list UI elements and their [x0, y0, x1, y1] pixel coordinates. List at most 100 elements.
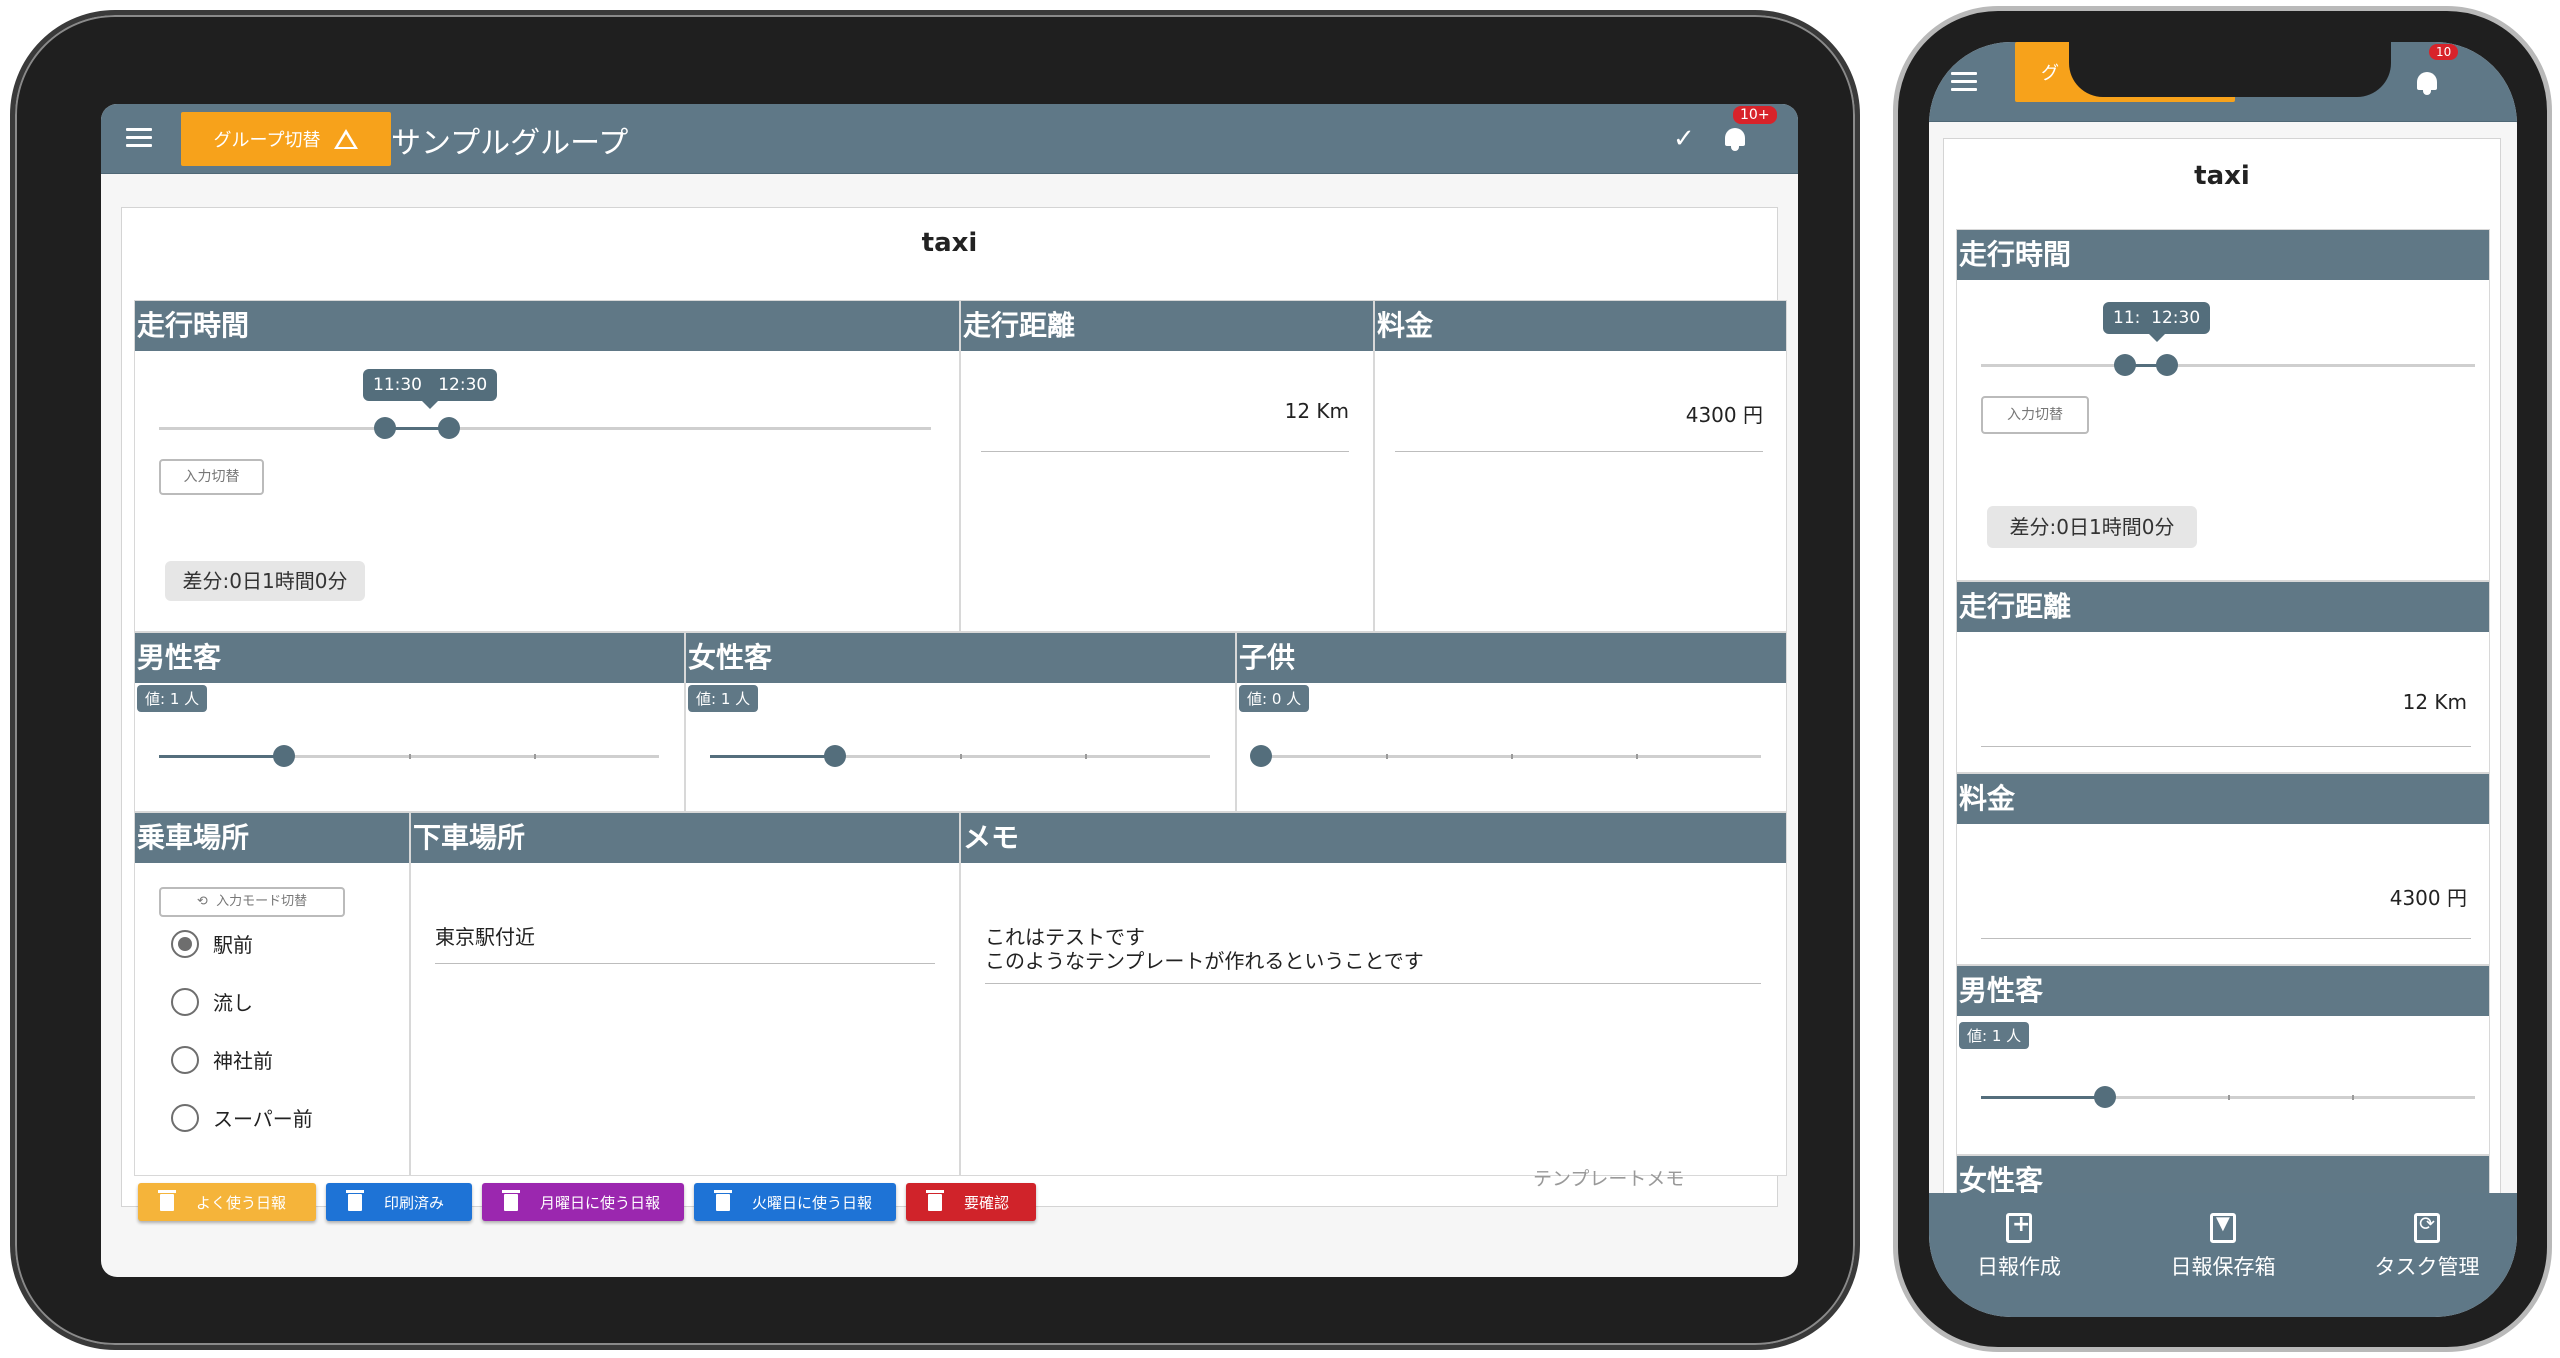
nav-label: 日報作成	[1977, 1255, 2061, 1279]
male-slider[interactable]	[159, 745, 659, 767]
child-field-label: 子供	[1237, 633, 1786, 683]
fare-value[interactable]: 4300 円	[1981, 882, 2467, 911]
check-icon[interactable]: ✓	[1673, 124, 1695, 154]
time-end-thumb[interactable]	[438, 417, 460, 439]
child-slider[interactable]	[1250, 745, 1761, 767]
input-toggle-button[interactable]: 入力切替	[1981, 396, 2089, 434]
trash-icon[interactable]	[158, 1189, 176, 1211]
menu-icon[interactable]	[126, 128, 152, 148]
distance-underline	[1981, 746, 2471, 747]
time-start-thumb[interactable]	[374, 417, 396, 439]
phone-screen: グ ✓ 10 taxi 走行時間 11: 12:30 入力切替 差分:0日1時間…	[1929, 42, 2517, 1317]
male-slider-thumb[interactable]	[2094, 1086, 2116, 1108]
memo-underline	[985, 983, 1761, 984]
child-value-chip: 値: 0 人	[1239, 685, 1310, 712]
group-switch-label: グループ切替	[213, 130, 321, 151]
app-toolbar: グループ切替 サンプルグループ ✓ 10+	[101, 104, 1798, 174]
fare-value[interactable]: 4300 円	[1395, 399, 1763, 428]
female-slider-fill	[710, 755, 835, 758]
input-mode-toggle-button[interactable]: ⟲ 入力モード切替	[159, 887, 345, 917]
child-slider-thumb[interactable]	[1250, 745, 1272, 767]
distance-value[interactable]: 12 Km	[1981, 690, 2467, 714]
tag-tuesday[interactable]: 火曜日に使う日報	[694, 1183, 896, 1221]
distance-value[interactable]: 12 Km	[981, 399, 1349, 423]
menu-icon[interactable]	[1951, 72, 1977, 92]
time-diff-chip: 差分:0日1時間0分	[1987, 506, 2197, 548]
tag-frequent[interactable]: よく使う日報	[138, 1183, 316, 1221]
radio-icon	[171, 987, 199, 1016]
bell-icon[interactable]	[1723, 126, 1747, 151]
nav-create-report[interactable]: + 日報作成	[1929, 1212, 2109, 1281]
nav-task-management[interactable]: ⟳ タスク管理	[2337, 1213, 2517, 1281]
bottom-navigation: + 日報作成 ▼ 日報保存箱 ⟳ タスク管理	[1929, 1193, 2517, 1317]
female-field: 女性客 値: 1 人	[685, 632, 1236, 812]
archive-box-icon: ▼	[2210, 1213, 2236, 1243]
refresh-task-icon: ⟳	[2414, 1213, 2440, 1243]
time-field: 走行時間 11: 12:30 入力切替 差分:0日1時間0分	[1956, 229, 2490, 581]
dropoff-field-label: 下車場所	[411, 813, 959, 863]
time-diff-chip: 差分:0日1時間0分	[165, 561, 365, 601]
time-range-tooltip: 11:30 12:30	[363, 369, 498, 409]
add-document-icon: +	[2006, 1212, 2032, 1243]
radio-icon	[171, 1045, 199, 1074]
female-value-chip: 値: 1 人	[688, 685, 759, 712]
male-slider-thumb[interactable]	[273, 745, 295, 767]
distance-field: 走行距離 12 Km	[1956, 581, 2490, 773]
pickup-option-1[interactable]: 流し	[171, 987, 253, 1016]
pickup-field: 乗車場所 ⟲ 入力モード切替 駅前 流し 神社前 スーパー前	[134, 812, 410, 1176]
male-slider[interactable]	[1981, 1086, 2475, 1108]
memo-line-1[interactable]: これはテストです	[985, 925, 1145, 949]
trash-icon[interactable]	[926, 1189, 944, 1211]
record-card: taxi 走行時間 11: 12:30 入力切替 差分:0日1時間0分 走行距離…	[1943, 138, 2501, 1218]
time-range-tooltip: 11: 12:30	[2103, 302, 2211, 342]
trash-icon[interactable]	[714, 1189, 732, 1211]
input-toggle-button[interactable]: 入力切替	[159, 459, 264, 495]
tablet-frame: グループ切替 サンプルグループ ✓ 10+ taxi 走行時間 11:30 12…	[10, 10, 1860, 1350]
tag-monday[interactable]: 月曜日に使う日報	[482, 1183, 684, 1221]
female-slider-thumb[interactable]	[824, 745, 846, 767]
record-card: taxi 走行時間 11:30 12:30 入力切替 差分:0日1時間0分 走行…	[121, 207, 1787, 1221]
fare-underline	[1395, 451, 1763, 452]
input-mode-toggle-label: 入力モード切替	[216, 894, 308, 909]
time-end: 12:30	[438, 375, 488, 395]
tag-needs-check[interactable]: 要確認	[906, 1183, 1036, 1221]
trash-icon[interactable]	[502, 1189, 520, 1211]
time-start-thumb[interactable]	[2114, 354, 2136, 376]
pickup-option-3[interactable]: スーパー前	[171, 1103, 313, 1132]
trash-icon[interactable]	[346, 1189, 364, 1211]
child-field: 子供 値: 0 人	[1236, 632, 1787, 812]
notification-badge: 10+	[1733, 106, 1777, 124]
dropoff-value[interactable]: 東京駅付近	[435, 925, 535, 949]
pickup-option-0[interactable]: 駅前	[171, 929, 253, 958]
time-range-slider[interactable]	[159, 417, 931, 439]
pickup-option-2[interactable]: 神社前	[171, 1045, 273, 1074]
male-slider-fill	[159, 755, 284, 758]
tag-label: 印刷済み	[384, 1193, 445, 1212]
fare-field-label: 料金	[1375, 301, 1786, 351]
pickup-option-label: スーパー前	[213, 1107, 313, 1131]
male-field-label: 男性客	[1957, 966, 2489, 1016]
nav-report-archive[interactable]: ▼ 日報保存箱	[2133, 1213, 2313, 1281]
male-value-chip: 値: 1 人	[1959, 1022, 2030, 1049]
distance-field-label: 走行距離	[961, 301, 1373, 351]
distance-field: 走行距離 12 Km	[960, 300, 1374, 632]
nav-label: タスク管理	[2374, 1255, 2480, 1279]
memo-line-2[interactable]: このようなテンプレートが作れるということです	[985, 949, 1424, 973]
distance-field-label: 走行距離	[1957, 582, 2489, 632]
bell-icon[interactable]	[2415, 70, 2439, 95]
dropoff-underline	[435, 963, 935, 964]
time-range-slider[interactable]	[1981, 354, 2475, 376]
tag-label: 火曜日に使う日報	[752, 1193, 873, 1212]
female-slider[interactable]	[710, 745, 1210, 767]
group-name: サンプルグループ	[391, 126, 629, 161]
radio-icon	[171, 1103, 199, 1132]
nav-label: 日報保存箱	[2170, 1255, 2276, 1279]
time-end-thumb[interactable]	[2156, 354, 2178, 376]
pickup-field-label: 乗車場所	[135, 813, 409, 863]
time-field-label: 走行時間	[1957, 230, 2489, 280]
time-start: 11:30	[373, 375, 422, 395]
tag-label: 要確認	[964, 1193, 1010, 1212]
tag-label: よく使う日報	[196, 1193, 287, 1212]
tag-printed[interactable]: 印刷済み	[326, 1183, 472, 1221]
group-switch-button[interactable]: グループ切替	[181, 112, 391, 166]
